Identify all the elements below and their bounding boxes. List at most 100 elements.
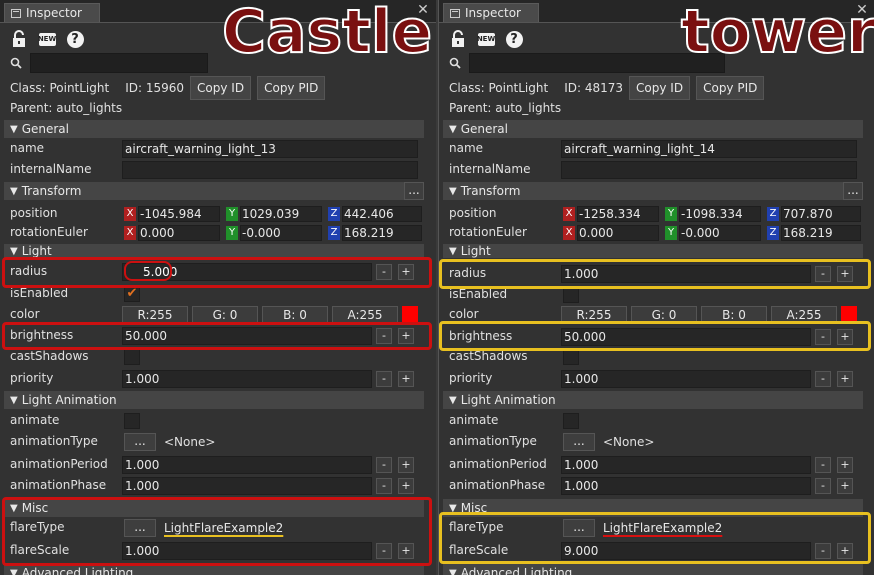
animation-period-decrement-button[interactable]: - [376, 457, 392, 473]
lock-icon[interactable] [10, 30, 28, 48]
section-general[interactable]: ▼ General [443, 120, 863, 138]
section-transform[interactable]: ▼ Transform [4, 182, 424, 200]
position-y-input[interactable]: -1098.334 [679, 206, 761, 222]
brightness-decrement-button[interactable]: - [815, 329, 831, 345]
section-advanced-lighting[interactable]: ▼ Advanced Lighting [4, 564, 424, 575]
new-badge-icon[interactable]: NEW [477, 30, 495, 48]
priority-increment-button[interactable]: + [837, 371, 853, 387]
animation-type-picker-button[interactable]: ... [563, 433, 595, 451]
flare-scale-input[interactable]: 9.000 [561, 542, 811, 560]
color-b-input[interactable]: B: 0 [701, 306, 767, 324]
animation-type-picker-button[interactable]: ... [124, 433, 156, 451]
rotation-z-input[interactable]: 168.219 [342, 225, 422, 241]
section-misc[interactable]: ▼ Misc [443, 499, 863, 517]
tab-inspector[interactable]: Inspector [4, 3, 100, 22]
copy-pid-button[interactable]: Copy PID [257, 76, 326, 100]
flare-type-value[interactable]: LightFlareExample2 [164, 521, 283, 535]
radius-input[interactable]: 1.000 [561, 265, 811, 283]
copy-pid-button[interactable]: Copy PID [696, 76, 765, 100]
rotation-y-input[interactable]: -0.000 [240, 225, 322, 241]
priority-decrement-button[interactable]: - [815, 371, 831, 387]
transform-options-button[interactable]: ... [843, 182, 863, 200]
color-r-input[interactable]: R:255 [122, 306, 188, 324]
help-icon[interactable]: ? [66, 30, 84, 48]
animation-phase-input[interactable]: 1.000 [122, 477, 372, 495]
section-general[interactable]: ▼ General [4, 120, 424, 138]
color-g-input[interactable]: G: 0 [192, 306, 258, 324]
radius-increment-button[interactable]: + [398, 264, 414, 280]
lock-icon[interactable] [449, 30, 467, 48]
color-swatch[interactable] [841, 306, 857, 322]
animation-period-input[interactable]: 1.000 [561, 456, 811, 474]
section-light[interactable]: ▼ Light [4, 244, 424, 258]
animation-phase-decrement-button[interactable]: - [815, 478, 831, 494]
priority-decrement-button[interactable]: - [376, 371, 392, 387]
priority-input[interactable]: 1.000 [122, 370, 372, 388]
flare-scale-decrement-button[interactable]: - [815, 543, 831, 559]
position-x-input[interactable]: -1258.334 [577, 206, 659, 222]
position-y-input[interactable]: 1029.039 [240, 206, 322, 222]
position-z-input[interactable]: 442.406 [342, 206, 422, 222]
position-z-input[interactable]: 707.870 [781, 206, 861, 222]
copy-id-button[interactable]: Copy ID [190, 76, 252, 100]
internal-name-input[interactable] [122, 161, 418, 179]
section-misc[interactable]: ▼ Misc [4, 499, 424, 517]
animate-checkbox[interactable] [563, 413, 579, 429]
brightness-input[interactable]: 50.000 [122, 327, 372, 345]
transform-options-button[interactable]: ... [404, 182, 424, 200]
radius-increment-button[interactable]: + [837, 266, 853, 282]
is-enabled-checkbox[interactable]: ✔ [124, 286, 140, 302]
flare-type-picker-button[interactable]: ... [563, 519, 595, 537]
section-light-animation[interactable]: ▼ Light Animation [4, 391, 424, 409]
section-light-animation[interactable]: ▼ Light Animation [443, 391, 863, 409]
color-r-input[interactable]: R:255 [561, 306, 627, 324]
priority-input[interactable]: 1.000 [561, 370, 811, 388]
tab-inspector[interactable]: Inspector [443, 3, 539, 22]
radius-input[interactable]: 5.000 [122, 263, 372, 281]
color-a-input[interactable]: A:255 [332, 306, 398, 324]
flare-scale-input[interactable]: 1.000 [122, 542, 372, 560]
animation-phase-increment-button[interactable]: + [398, 478, 414, 494]
name-input[interactable]: aircraft_warning_light_13 [122, 140, 418, 158]
flare-type-value[interactable]: LightFlareExample2 [603, 521, 722, 535]
brightness-input[interactable]: 50.000 [561, 328, 811, 346]
flare-type-picker-button[interactable]: ... [124, 519, 156, 537]
priority-increment-button[interactable]: + [398, 371, 414, 387]
brightness-increment-button[interactable]: + [398, 328, 414, 344]
animation-phase-decrement-button[interactable]: - [376, 478, 392, 494]
animation-period-increment-button[interactable]: + [398, 457, 414, 473]
rotation-y-input[interactable]: -0.000 [679, 225, 761, 241]
section-advanced-lighting[interactable]: ▼ Advanced Lighting [443, 564, 863, 575]
animate-checkbox[interactable] [124, 413, 140, 429]
brightness-decrement-button[interactable]: - [376, 328, 392, 344]
color-g-input[interactable]: G: 0 [631, 306, 697, 324]
help-icon[interactable]: ? [505, 30, 523, 48]
radius-decrement-button[interactable]: - [815, 266, 831, 282]
color-b-input[interactable]: B: 0 [262, 306, 328, 324]
position-x-input[interactable]: -1045.984 [138, 206, 220, 222]
search-input[interactable] [30, 53, 208, 73]
internal-name-input[interactable] [561, 161, 857, 179]
brightness-increment-button[interactable]: + [837, 329, 853, 345]
color-swatch[interactable] [402, 306, 418, 322]
new-badge-icon[interactable]: NEW [38, 30, 56, 48]
rotation-z-input[interactable]: 168.219 [781, 225, 861, 241]
flare-scale-increment-button[interactable]: + [398, 543, 414, 559]
name-input[interactable]: aircraft_warning_light_14 [561, 140, 857, 158]
flare-scale-increment-button[interactable]: + [837, 543, 853, 559]
animation-phase-input[interactable]: 1.000 [561, 477, 811, 495]
cast-shadows-checkbox[interactable] [563, 349, 579, 365]
cast-shadows-checkbox[interactable] [124, 349, 140, 365]
animation-period-input[interactable]: 1.000 [122, 456, 372, 474]
flare-scale-decrement-button[interactable]: - [376, 543, 392, 559]
rotation-x-input[interactable]: 0.000 [138, 225, 220, 241]
section-light[interactable]: ▼ Light [443, 244, 863, 258]
is-enabled-checkbox[interactable] [563, 287, 579, 303]
animation-phase-increment-button[interactable]: + [837, 478, 853, 494]
rotation-x-input[interactable]: 0.000 [577, 225, 659, 241]
animation-period-increment-button[interactable]: + [837, 457, 853, 473]
section-transform[interactable]: ▼ Transform [443, 182, 863, 200]
copy-id-button[interactable]: Copy ID [629, 76, 691, 100]
color-a-input[interactable]: A:255 [771, 306, 837, 324]
animation-period-decrement-button[interactable]: - [815, 457, 831, 473]
